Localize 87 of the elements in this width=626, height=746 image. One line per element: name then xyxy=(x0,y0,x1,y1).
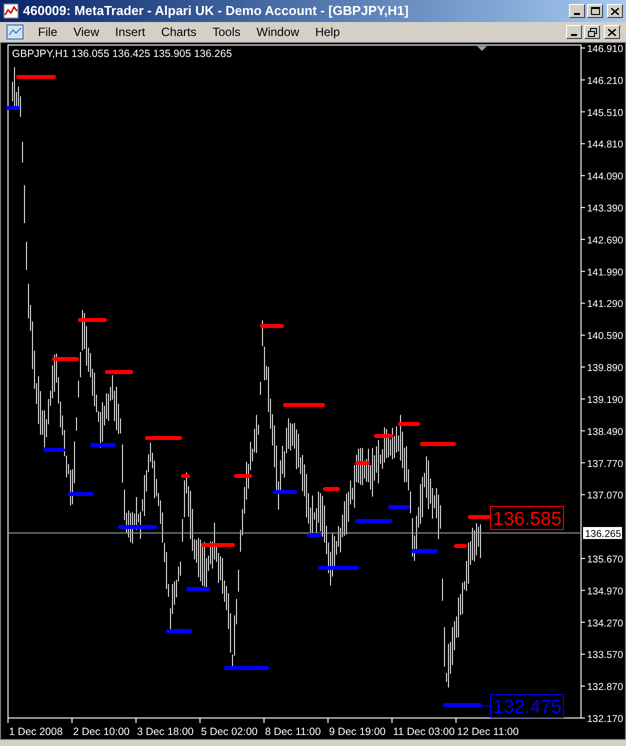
support-marker xyxy=(43,448,65,452)
resistance-marker xyxy=(323,487,340,491)
resistance-marker xyxy=(374,434,393,438)
chart-window-icon[interactable] xyxy=(6,24,24,40)
menu-item[interactable]: File xyxy=(30,23,66,41)
price-label: 146.910 xyxy=(587,44,624,55)
minimize-icon xyxy=(571,34,577,36)
price-label: 138.490 xyxy=(587,426,624,438)
support-price-label: 132.475 xyxy=(490,694,564,718)
minimize-button[interactable] xyxy=(569,4,585,18)
support-marker xyxy=(318,566,359,570)
support-marker xyxy=(186,587,210,591)
maximize-button[interactable] xyxy=(587,4,603,18)
price-label: 134.270 xyxy=(587,618,624,630)
close-button[interactable] xyxy=(607,4,623,18)
price-label: 139.190 xyxy=(587,394,624,406)
close-button[interactable] xyxy=(604,25,620,39)
resistance-price-label: 136.585 xyxy=(490,506,564,530)
price-label: 132.870 xyxy=(587,682,624,694)
support-marker xyxy=(68,492,94,496)
menu-item[interactable]: Help xyxy=(307,23,348,41)
close-icon xyxy=(611,8,619,14)
time-label: 12 Dec 11:00 xyxy=(457,726,519,738)
price-label: 139.890 xyxy=(587,363,624,374)
support-marker xyxy=(118,525,157,529)
resistance-marker xyxy=(234,474,252,478)
menu-item[interactable]: View xyxy=(65,23,108,41)
price-label: 143.390 xyxy=(587,204,624,215)
price-label: 141.290 xyxy=(587,299,624,310)
time-label: 1 Dec 2008 xyxy=(9,726,63,738)
price-label: 135.670 xyxy=(587,554,624,566)
menu-item[interactable]: Tools xyxy=(204,23,249,41)
support-marker xyxy=(411,549,438,553)
chart-header-text: GBPJPY,H1 136.055 136.425 135.905 136.265 xyxy=(12,48,232,60)
price-label: 137.770 xyxy=(587,458,624,470)
time-label: 8 Dec 11:00 xyxy=(265,726,321,738)
time-label: 5 Dec 02:00 xyxy=(201,726,258,738)
price-label: 141.990 xyxy=(587,267,624,278)
resistance-marker xyxy=(78,318,107,322)
menu-item[interactable]: Insert xyxy=(107,23,154,41)
chart-icon xyxy=(3,3,19,19)
restore-button[interactable] xyxy=(584,25,600,39)
support-marker xyxy=(273,490,297,494)
close-icon xyxy=(608,28,616,36)
resistance-marker xyxy=(181,474,190,478)
support-marker xyxy=(166,629,192,633)
current-price-label: 136.265 xyxy=(583,527,622,540)
resistance-marker xyxy=(52,357,79,361)
price-label: 133.570 xyxy=(587,650,624,662)
support-marker xyxy=(307,533,322,537)
support-marker xyxy=(388,505,410,509)
maximize-icon xyxy=(590,7,600,15)
support-marker xyxy=(6,106,20,110)
resistance-marker xyxy=(105,370,133,374)
price-label: 140.590 xyxy=(587,331,624,342)
restore-icon xyxy=(588,28,596,36)
resistance-marker xyxy=(16,75,56,79)
resistance-marker xyxy=(283,403,325,407)
support-marker xyxy=(90,443,116,447)
time-label: 9 Dec 19:00 xyxy=(329,726,386,738)
minimize-icon xyxy=(574,13,580,15)
resistance-marker xyxy=(355,461,370,465)
price-label: 134.970 xyxy=(587,586,624,598)
time-label: 11 Dec 03:00 xyxy=(393,726,455,738)
window-title: 460009: MetaTrader - Alpari UK - Demo Account - [GBPJPY,H1] xyxy=(23,2,409,20)
resistance-marker xyxy=(398,422,420,426)
time-label: 3 Dec 18:00 xyxy=(137,726,194,738)
minimize-button[interactable] xyxy=(566,25,582,39)
resistance-marker xyxy=(145,436,182,440)
resistance-marker xyxy=(420,442,456,446)
resistance-marker xyxy=(454,544,467,548)
menu-item[interactable]: Window xyxy=(248,23,308,41)
price-label: 144.810 xyxy=(587,140,624,151)
support-marker xyxy=(224,666,269,670)
price-label: 145.510 xyxy=(587,108,624,119)
shift-marker-icon xyxy=(477,46,487,51)
price-label: 142.690 xyxy=(587,235,624,246)
resistance-marker xyxy=(468,515,491,519)
price-label: 144.090 xyxy=(587,172,624,183)
support-marker xyxy=(443,703,482,707)
time-label: 2 Dec 10:00 xyxy=(73,726,130,738)
resistance-marker xyxy=(260,324,284,328)
price-label: 132.170 xyxy=(587,714,624,725)
resistance-marker xyxy=(201,543,235,547)
price-label: 137.070 xyxy=(587,490,624,502)
price-label: 146.210 xyxy=(587,76,624,87)
menu-item[interactable]: Charts xyxy=(153,23,204,41)
